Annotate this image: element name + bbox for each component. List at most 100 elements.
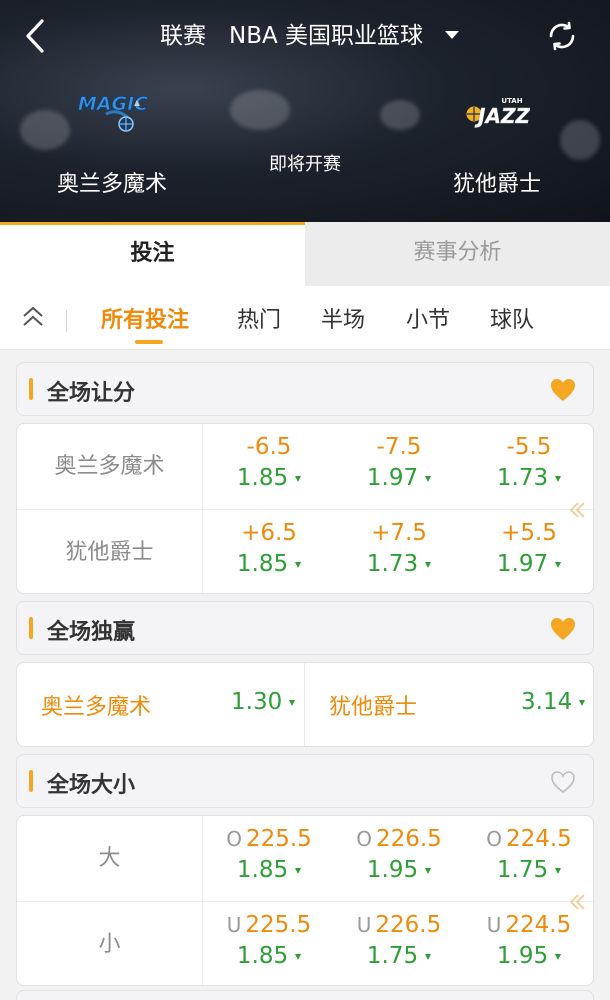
odds-cell[interactable]: U 224.5 1.95 [465, 910, 593, 982]
odds-cell[interactable]: U 226.5 1.75 [335, 910, 463, 982]
odds-value: 1.75 [335, 940, 463, 972]
odds-down-arrow-icon [295, 561, 302, 568]
more-lines-icon[interactable] [567, 892, 587, 912]
top-bar: 联赛 NBA 美国职业篮球 [0, 0, 610, 72]
next-section-header[interactable] [16, 990, 594, 1000]
total-line: O 224.5 [486, 826, 572, 852]
odds-down-arrow-icon [555, 867, 562, 874]
handicap-row-home: 奥兰多魔术 -6.5 1.85 -7.5 1.97 -5.5 1.73 [17, 424, 593, 509]
total-line: O 226.5 [356, 826, 442, 852]
odds-value: 1.85 [205, 940, 333, 972]
handicap-line: +6.5 [241, 520, 297, 546]
odds-value: 1.95 [465, 940, 593, 972]
odds-down-arrow-icon [295, 867, 302, 874]
odds-value: 1.85 [205, 854, 333, 886]
stadium-light [560, 120, 600, 160]
utah-jazz-logo: JAZZ UTAH [464, 94, 531, 128]
odds-cell[interactable]: -6.5 1.85 [205, 432, 333, 504]
heart-icon[interactable] [549, 616, 577, 642]
odds-cell[interactable]: O 226.5 1.95 [335, 824, 463, 896]
odds-cell[interactable]: U 225.5 1.85 [205, 910, 333, 982]
odds-down-arrow-icon [425, 475, 432, 482]
odds-down-arrow-icon [425, 561, 432, 568]
total-line: U 226.5 [356, 912, 442, 938]
section-header-handicap[interactable]: 全场让分 [16, 362, 594, 416]
moneyline-option-away[interactable]: 犹他爵士 3.14 [305, 663, 593, 746]
filter-half[interactable]: 半场 [321, 302, 365, 334]
odds-down-arrow-icon [295, 475, 302, 482]
handicap-line: +7.5 [371, 520, 427, 546]
odds-down-arrow-icon [555, 561, 562, 568]
chevron-down-icon [445, 31, 459, 39]
odds-down-arrow-icon [425, 953, 432, 960]
handicap-card: 奥兰多魔术 -6.5 1.85 -7.5 1.97 -5.5 1.73 犹他爵士… [16, 423, 594, 594]
home-team-name: 奥兰多魔术 [56, 172, 167, 197]
filter-team[interactable]: 球队 [490, 302, 534, 334]
odds-value: 1.95 [335, 854, 463, 886]
odds-value: 1.73 [335, 548, 463, 580]
section-header-moneyline[interactable]: 全场独赢 [16, 601, 594, 655]
odds-cell[interactable]: +7.5 1.73 [335, 518, 463, 590]
main-tabs: 投注 赛事分析 [0, 222, 610, 286]
odds-down-arrow-icon [555, 953, 562, 960]
divider [66, 310, 67, 332]
heart-outline-icon[interactable] [549, 769, 577, 795]
total-line: U 224.5 [486, 912, 572, 938]
league-selector[interactable]: 联赛 NBA 美国职业篮球 [160, 18, 460, 54]
odds-cell[interactable]: -5.5 1.73 [465, 432, 593, 504]
section-title: 全场大小 [47, 773, 136, 798]
handicap-line: -7.5 [376, 434, 422, 460]
odds-cell[interactable]: +5.5 1.97 [465, 518, 593, 590]
filter-quarter[interactable]: 小节 [406, 302, 450, 334]
active-filter-indicator [135, 340, 163, 344]
filter-popular[interactable]: 热门 [237, 302, 281, 334]
handicap-line: -5.5 [506, 434, 552, 460]
row-label: 大 [17, 816, 203, 901]
odds-value: 1.73 [465, 462, 593, 494]
odds-value: 1.97 [465, 548, 593, 580]
moneyline-option-home[interactable]: 奥兰多魔术 1.30 [17, 663, 304, 746]
section-title: 全场独赢 [47, 620, 136, 645]
odds-down-arrow-icon [579, 699, 586, 706]
match-header: 联赛 NBA 美国职业篮球 MAGIC JAZZ UTAH 奥兰多魔术 即将开赛… [0, 0, 610, 222]
section-accent-bar [29, 617, 33, 639]
odds-down-arrow-icon [425, 867, 432, 874]
odds-cell[interactable]: O 225.5 1.85 [205, 824, 333, 896]
odds-value: 1.30 [231, 689, 296, 715]
odds-value: 1.97 [335, 462, 463, 494]
away-team-name: 犹他爵士 [452, 172, 541, 197]
totals-row-under: 小 U 225.5 1.85 U 226.5 1.75 U 224.5 1.95 [17, 901, 593, 985]
odds-cell[interactable]: +6.5 1.85 [205, 518, 333, 590]
odds-value: 3.14 [521, 689, 586, 715]
odds-down-arrow-icon [555, 475, 562, 482]
tab-betting[interactable]: 投注 [0, 222, 305, 286]
moneyline-card: 奥兰多魔术 1.30 犹他爵士 3.14 [16, 662, 594, 747]
svg-text:UTAH: UTAH [501, 97, 522, 105]
stadium-light [380, 100, 420, 130]
handicap-row-away: 犹他爵士 +6.5 1.85 +7.5 1.73 +5.5 1.97 [17, 509, 593, 593]
odds-cell[interactable]: -7.5 1.97 [335, 432, 463, 504]
more-lines-icon[interactable] [567, 500, 587, 520]
odds-cell[interactable]: O 224.5 1.75 [465, 824, 593, 896]
collapse-all-icon[interactable] [20, 304, 46, 330]
back-icon[interactable] [22, 18, 52, 54]
row-label: 犹他爵士 [17, 510, 203, 593]
orlando-magic-logo: MAGIC [76, 88, 150, 134]
match-status: 即将开赛 [269, 154, 341, 175]
moneyline-team: 奥兰多魔术 [41, 695, 152, 720]
filter-all-bets[interactable]: 所有投注 [101, 302, 189, 334]
odds-down-arrow-icon [289, 699, 296, 706]
odds-down-arrow-icon [295, 953, 302, 960]
handicap-line: +5.5 [501, 520, 557, 546]
league-title: 联赛 NBA 美国职业篮球 [160, 23, 424, 49]
heart-icon[interactable] [549, 377, 577, 403]
stadium-light [20, 110, 70, 150]
odds-value: 1.85 [205, 548, 333, 580]
bet-filter-bar: 所有投注 热门 半场 小节 球队 [0, 286, 610, 350]
row-label: 奥兰多魔术 [17, 424, 203, 509]
handicap-line: -6.5 [246, 434, 292, 460]
section-header-totals[interactable]: 全场大小 [16, 754, 594, 808]
tab-match-analysis[interactable]: 赛事分析 [305, 222, 610, 286]
refresh-icon[interactable] [546, 20, 578, 52]
section-accent-bar [29, 770, 33, 792]
